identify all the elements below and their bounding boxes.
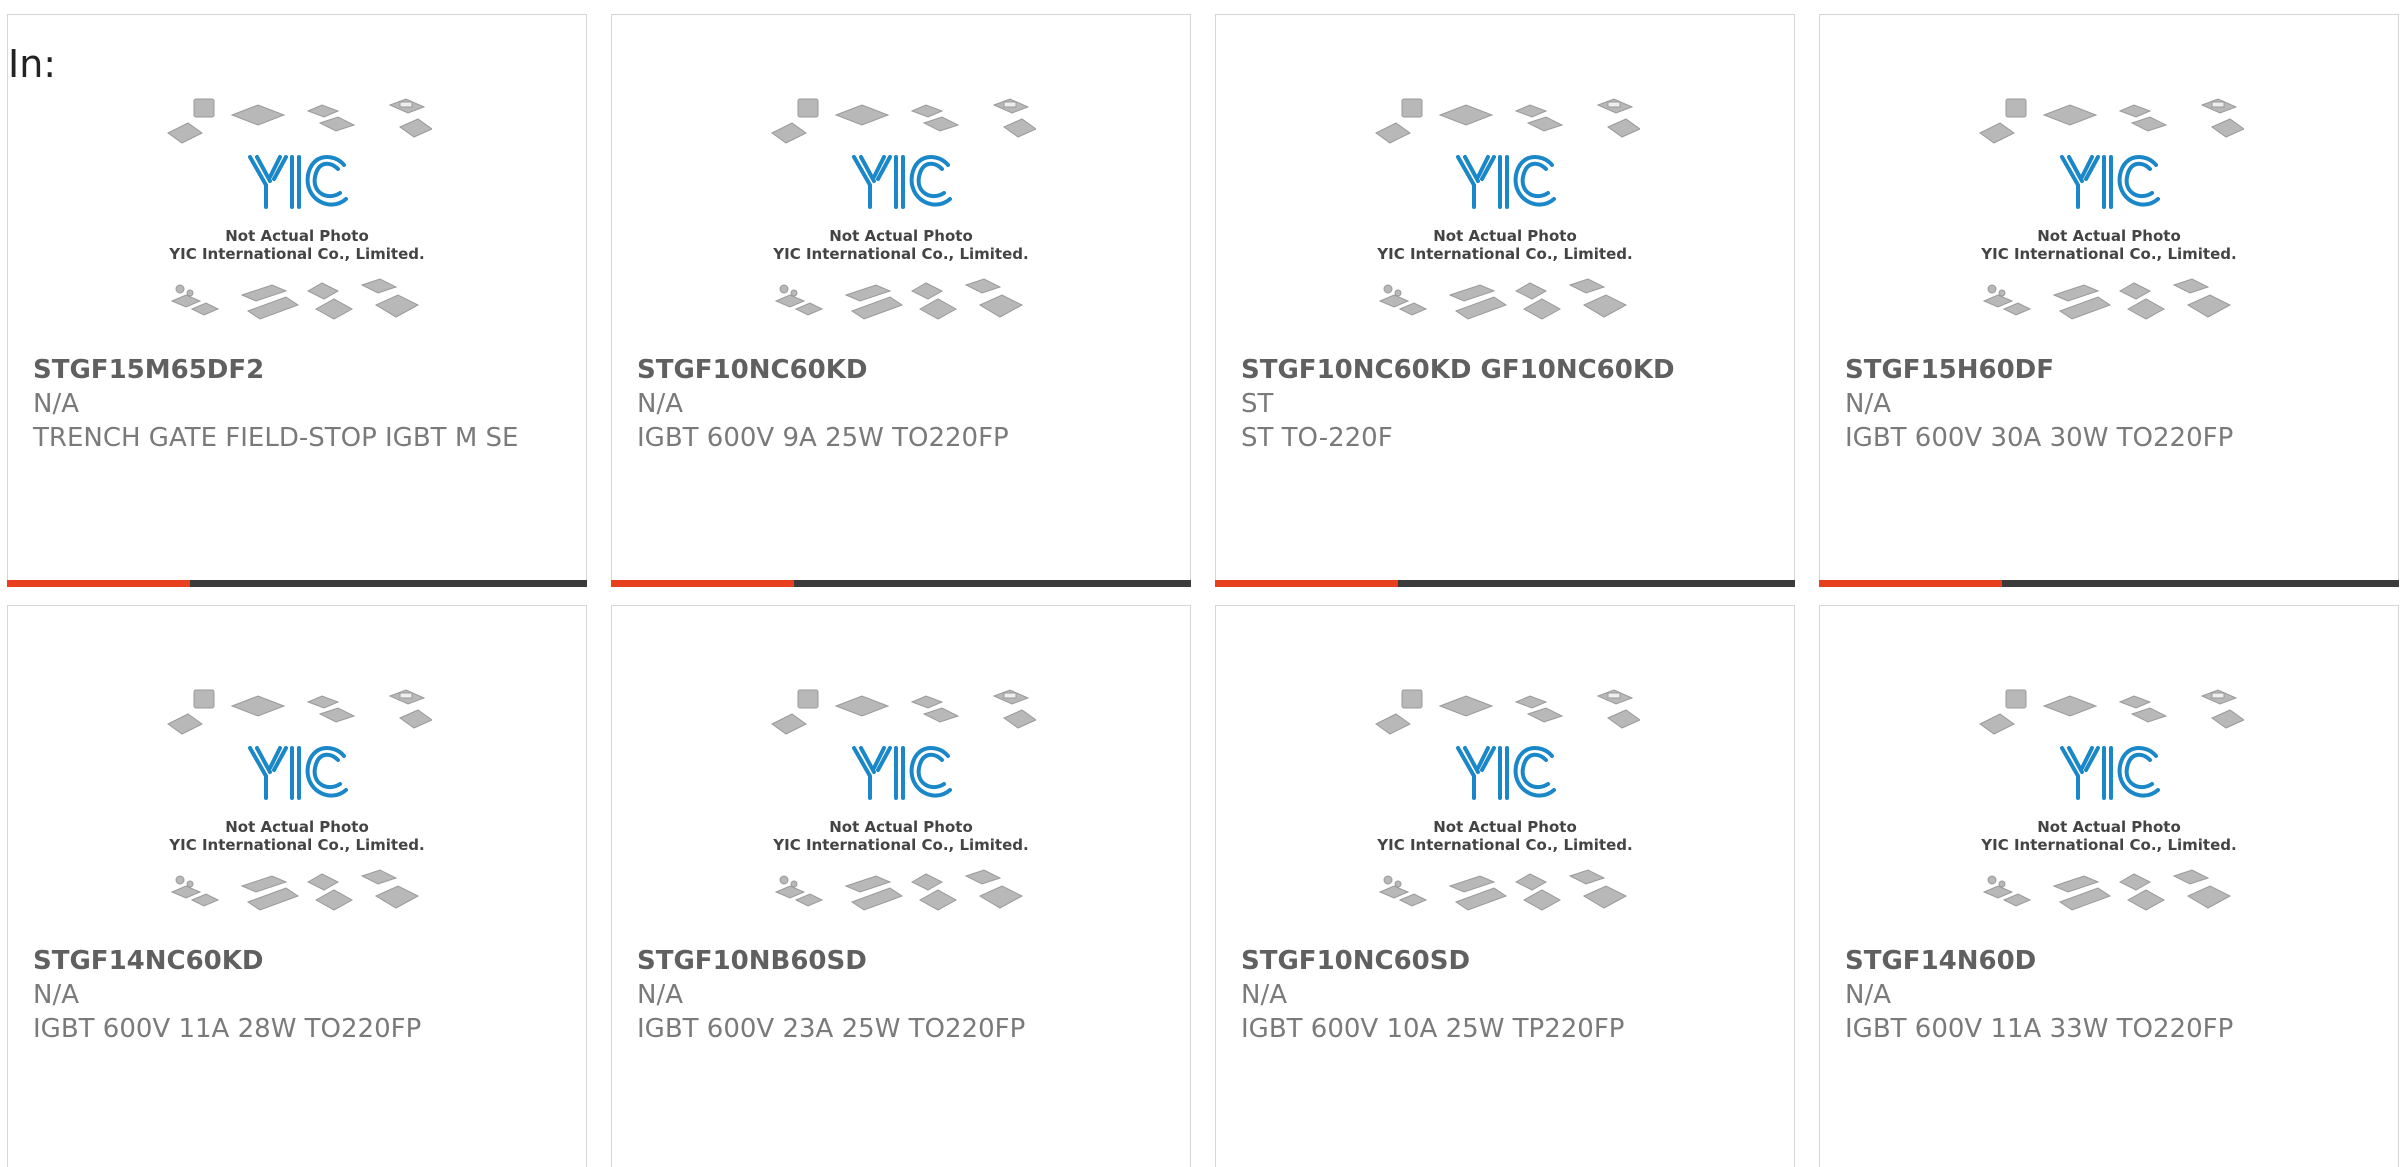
manufacturer: N/A (637, 389, 683, 419)
product-placeholder-image: Not Actual Photo YIC International Co., … (1216, 95, 1794, 357)
svg-text:Not Actual Photo: Not Actual Photo (829, 227, 973, 245)
yic-logo-icon (852, 155, 952, 209)
product-info: STGF15H60DF N/A IGBT 600V 30A 30W TO220F… (1845, 353, 2378, 455)
svg-text:YIC International Co., Limited: YIC International Co., Limited. (772, 836, 1028, 854)
card-bottom-bar (1215, 580, 1795, 587)
product-info: STGF15M65DF2 N/A TRENCH GATE FIELD-STOP … (33, 353, 566, 455)
product-card[interactable]: Not Actual Photo YIC International Co., … (7, 605, 587, 1167)
part-number-link[interactable]: STGF10NB60SD (637, 944, 1170, 978)
svg-text:Not Actual Photo: Not Actual Photo (225, 227, 369, 245)
product-description: IGBT 600V 11A 33W TO220FP (1845, 1014, 2234, 1044)
yic-logo-icon (2060, 155, 2160, 209)
svg-text:YIC International Co., Limited: YIC International Co., Limited. (772, 245, 1028, 263)
card-bottom-bar (1819, 580, 2399, 587)
svg-text:Not Actual Photo: Not Actual Photo (1433, 818, 1577, 836)
part-number-link[interactable]: STGF15M65DF2 (33, 353, 566, 387)
product-description: IGBT 600V 11A 28W TO220FP (33, 1014, 422, 1044)
card-accent-bar (1819, 580, 2002, 587)
card-accent-bar (611, 580, 794, 587)
product-description: IGBT 600V 23A 25W TO220FP (637, 1014, 1026, 1044)
product-card[interactable]: Not Actual Photo YIC International Co., … (1215, 605, 1795, 1167)
svg-text:YIC International Co., Limited: YIC International Co., Limited. (168, 836, 424, 854)
yic-logo-icon (2060, 746, 2160, 800)
manufacturer: N/A (1845, 389, 1891, 419)
svg-text:Not Actual Photo: Not Actual Photo (2037, 818, 2181, 836)
svg-text:YIC International Co., Limited: YIC International Co., Limited. (1376, 245, 1632, 263)
product-info: STGF14NC60KD N/A IGBT 600V 11A 28W TO220… (33, 944, 566, 1046)
card-bottom-bar (611, 580, 1191, 587)
yic-logo-icon (1456, 746, 1556, 800)
product-placeholder-image: Not Actual Photo YIC International Co., … (1820, 95, 2398, 357)
product-info: STGF10NC60KD GF10NC60KD ST ST TO-220F (1241, 353, 1774, 455)
product-info: STGF10NC60KD N/A IGBT 600V 9A 25W TO220F… (637, 353, 1170, 455)
card-accent-bar (7, 580, 190, 587)
svg-text:Not Actual Photo: Not Actual Photo (225, 818, 369, 836)
part-number-link[interactable]: STGF10NC60KD (637, 353, 1170, 387)
card-bottom-bar (7, 580, 587, 587)
product-info: STGF10NC60SD N/A IGBT 600V 10A 25W TP220… (1241, 944, 1774, 1046)
product-description: TRENCH GATE FIELD-STOP IGBT M SE (33, 423, 519, 453)
product-grid: Not Actual Photo YIC International Co., … (7, 14, 2399, 1167)
filter-label: In: (8, 42, 57, 86)
part-number-link[interactable]: STGF15H60DF (1845, 353, 2378, 387)
svg-text:YIC International Co., Limited: YIC International Co., Limited. (1376, 836, 1632, 854)
product-card[interactable]: Not Actual Photo YIC International Co., … (611, 605, 1191, 1167)
manufacturer: ST (1241, 389, 1274, 419)
svg-text:Not Actual Photo: Not Actual Photo (1433, 227, 1577, 245)
part-number-link[interactable]: STGF10NC60KD GF10NC60KD (1241, 353, 1774, 387)
product-card[interactable]: Not Actual Photo YIC International Co., … (611, 14, 1191, 587)
product-placeholder-image: Not Actual Photo YIC International Co., … (8, 686, 586, 948)
svg-text:Not Actual Photo: Not Actual Photo (829, 818, 973, 836)
product-placeholder-image: Not Actual Photo YIC International Co., … (612, 95, 1190, 357)
product-card[interactable]: Not Actual Photo YIC International Co., … (1819, 605, 2399, 1167)
svg-text:Not Actual Photo: Not Actual Photo (2037, 227, 2181, 245)
part-number-link[interactable]: STGF14N60D (1845, 944, 2378, 978)
product-card[interactable]: Not Actual Photo YIC International Co., … (1819, 14, 2399, 587)
product-info: STGF14N60D N/A IGBT 600V 11A 33W TO220FP (1845, 944, 2378, 1046)
manufacturer: N/A (637, 980, 683, 1010)
product-placeholder-image: Not Actual Photo YIC International Co., … (8, 95, 586, 357)
manufacturer: N/A (33, 389, 79, 419)
manufacturer: N/A (33, 980, 79, 1010)
yic-logo-icon (248, 155, 348, 209)
manufacturer: N/A (1241, 980, 1287, 1010)
product-description: IGBT 600V 30A 30W TO220FP (1845, 423, 2234, 453)
yic-logo-icon (1456, 155, 1556, 209)
product-card[interactable]: Not Actual Photo YIC International Co., … (1215, 14, 1795, 587)
yic-logo-icon (852, 746, 952, 800)
product-description: IGBT 600V 10A 25W TP220FP (1241, 1014, 1625, 1044)
product-placeholder-image: Not Actual Photo YIC International Co., … (1216, 686, 1794, 948)
card-accent-bar (1215, 580, 1398, 587)
part-number-link[interactable]: STGF10NC60SD (1241, 944, 1774, 978)
svg-text:YIC International Co., Limited: YIC International Co., Limited. (168, 245, 424, 263)
product-description: ST TO-220F (1241, 423, 1393, 453)
product-placeholder-image: Not Actual Photo YIC International Co., … (1820, 686, 2398, 948)
manufacturer: N/A (1845, 980, 1891, 1010)
product-card[interactable]: Not Actual Photo YIC International Co., … (7, 14, 587, 587)
product-info: STGF10NB60SD N/A IGBT 600V 23A 25W TO220… (637, 944, 1170, 1046)
product-placeholder-image: Not Actual Photo YIC International Co., … (612, 686, 1190, 948)
product-description: IGBT 600V 9A 25W TO220FP (637, 423, 1009, 453)
product-grid-page: In: Not Actual Photo YIC International C… (0, 0, 2404, 1167)
part-number-link[interactable]: STGF14NC60KD (33, 944, 566, 978)
svg-text:YIC International Co., Limited: YIC International Co., Limited. (1980, 836, 2236, 854)
yic-logo-icon (248, 746, 348, 800)
svg-text:YIC International Co., Limited: YIC International Co., Limited. (1980, 245, 2236, 263)
